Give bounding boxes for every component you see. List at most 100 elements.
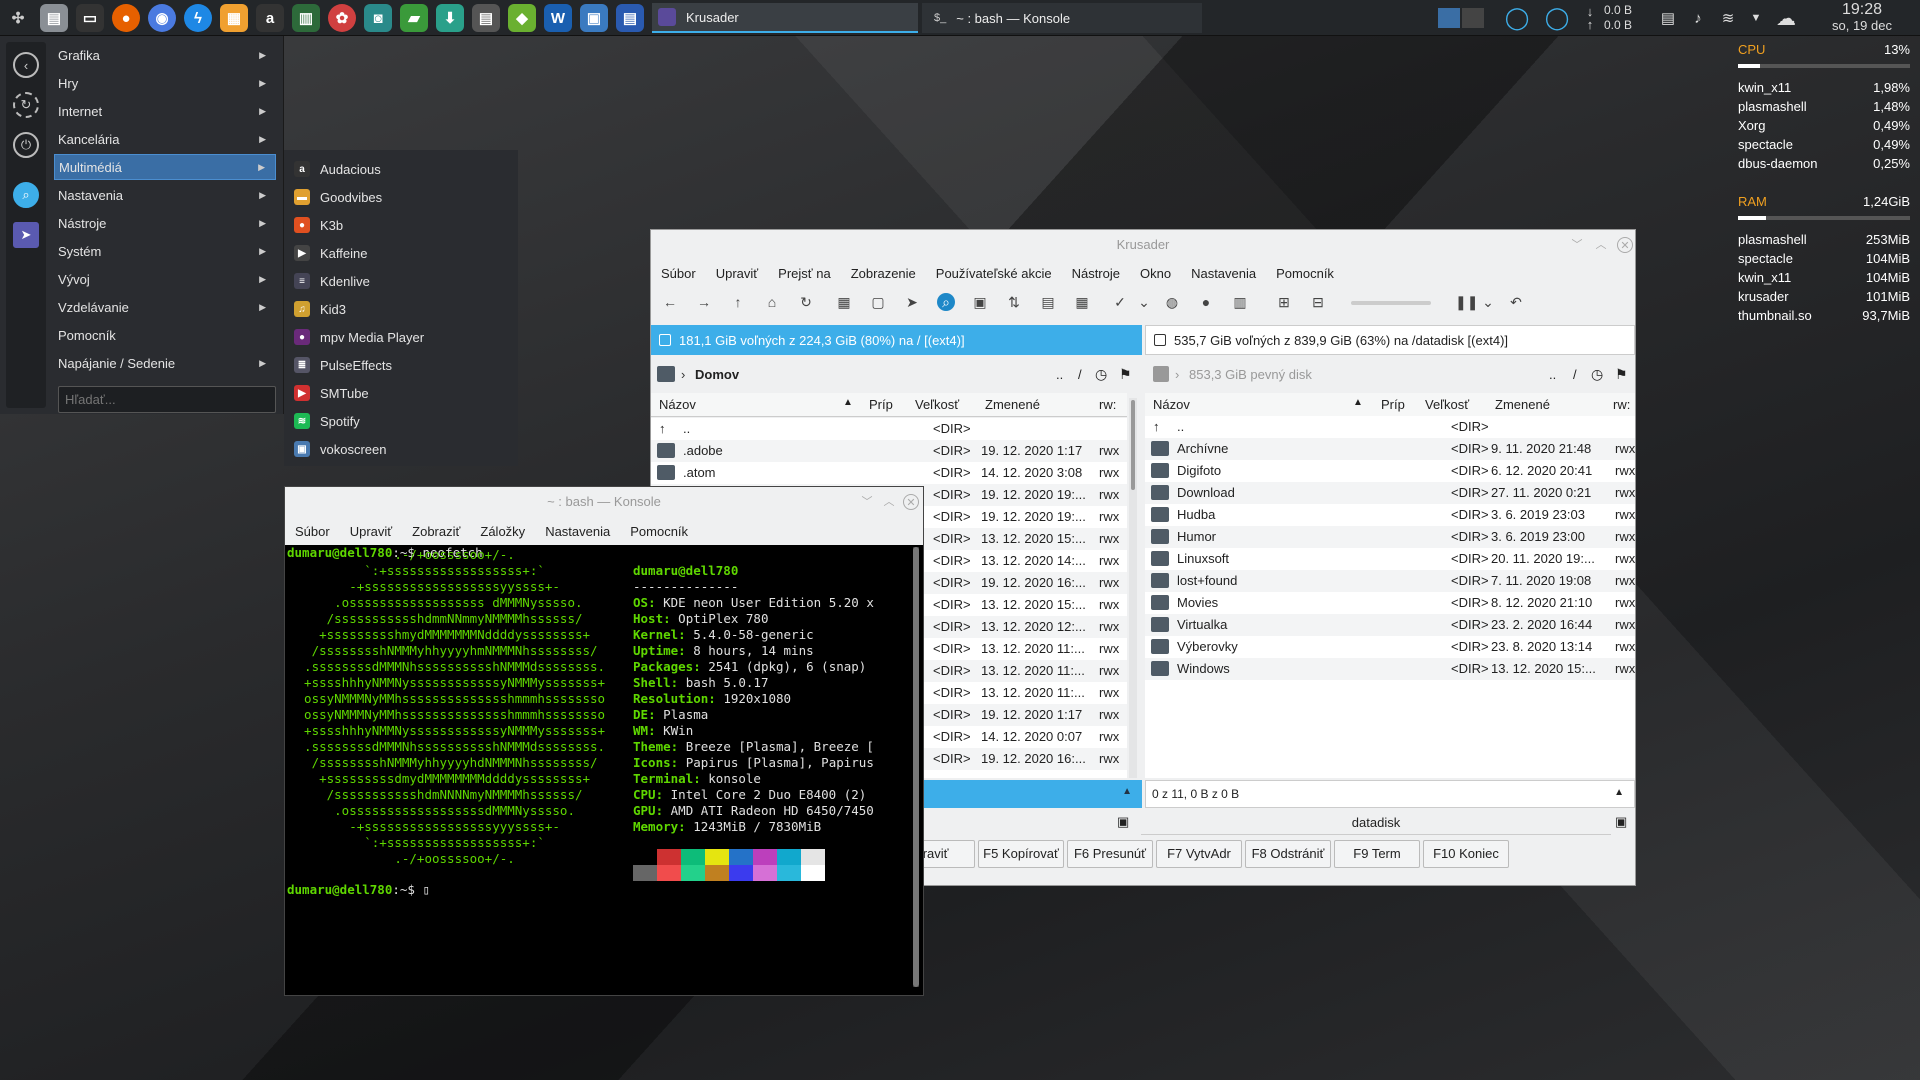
pointer-icon[interactable]: ➤ [903, 293, 921, 311]
pause-icon[interactable]: ❚❚ [1455, 293, 1478, 311]
menu-4[interactable]: Nastavenia [545, 524, 610, 539]
folder-icon[interactable]: ▰ [400, 4, 428, 32]
weather-icon[interactable]: ☁ [1772, 0, 1800, 36]
file-row[interactable]: Humor <DIR> 3. 6. 2019 23:00 rwx [1145, 526, 1635, 548]
submenu-item-5[interactable]: ♫ Kid3 [294, 296, 514, 322]
fkey-4[interactable]: F8 Odstrániť [1245, 840, 1331, 868]
menu-item-11[interactable]: Napájanie / Sedenie ▶ [54, 350, 276, 376]
firefox-icon[interactable]: ● [112, 4, 140, 32]
col-name[interactable]: Názov [659, 397, 696, 412]
menu-item-3[interactable]: Kancelária ▶ [54, 126, 276, 152]
menu-search-input[interactable] [58, 386, 276, 413]
back-icon[interactable]: ← [661, 293, 679, 311]
file-row[interactable]: Archívne <DIR> 9. 11. 2020 21:48 rwx [1145, 438, 1635, 460]
launcher-icon[interactable]: ✣ [4, 4, 32, 32]
col-modified[interactable]: Zmenené [985, 397, 1040, 412]
col-ext[interactable]: Príp [1381, 397, 1405, 412]
audacious-icon[interactable]: a [256, 4, 284, 32]
menu-3[interactable]: Zobrazenie [851, 266, 916, 281]
new-file-icon[interactable]: ▣ [971, 293, 989, 311]
menu-item-5[interactable]: Nastavenia ▶ [54, 182, 276, 208]
menu-item-6[interactable]: Nástroje ▶ [54, 210, 276, 236]
root-dir-button[interactable]: / [1573, 367, 1577, 382]
undo-icon[interactable]: ↶ [1507, 293, 1525, 311]
kde-icon[interactable]: ▤ [616, 4, 644, 32]
file-row[interactable]: Výberovky <DIR> 23. 8. 2020 13:14 rwx [1145, 636, 1635, 658]
menu-0[interactable]: Súbor [661, 266, 696, 281]
fkey-1[interactable]: F5 Kopírovať [978, 840, 1064, 868]
monitor-icon[interactable]: ▥ [292, 4, 320, 32]
submenu-item-2[interactable]: ● K3b [294, 212, 514, 238]
terminal-scrollbar[interactable] [913, 547, 919, 987]
home-icon[interactable]: ⌂ [763, 293, 781, 311]
right-status-bar[interactable]: 0 z 11, 0 B z 0 B ▲ [1145, 780, 1635, 808]
col-perm[interactable]: rw: [1613, 397, 1630, 412]
submenu-item-9[interactable]: ≋ Spotify [294, 408, 514, 434]
volume-icon[interactable]: ♪ [1686, 0, 1710, 36]
menu-6[interactable]: Okno [1140, 266, 1171, 281]
terminal-icon[interactable]: ▣ [1615, 814, 1627, 830]
terminal-icon[interactable]: ▣ [1117, 814, 1129, 830]
close-icon[interactable]: ✕ [903, 494, 919, 510]
col-size[interactable]: Veľkosť [1425, 397, 1469, 412]
right-free-space[interactable]: 535,7 GiB voľných z 839,9 GiB (63%) na /… [1145, 325, 1635, 355]
menu-item-0[interactable]: Grafika ▶ [54, 42, 276, 68]
cube-icon[interactable]: ◆ [508, 4, 536, 32]
left-scrollbar[interactable] [1129, 398, 1137, 778]
file-row[interactable]: Digifoto <DIR> 6. 12. 2020 20:41 rwx [1145, 460, 1635, 482]
task-konsole[interactable]: $_ ~ : bash — Konsole [922, 3, 1202, 33]
up-icon[interactable]: ↑ [729, 293, 747, 311]
reload-icon[interactable]: ↻ [797, 293, 815, 311]
palette-icon[interactable]: ✿ [328, 4, 356, 32]
menu-0[interactable]: Súbor [295, 524, 330, 539]
menu-1[interactable]: Upraviť [350, 524, 392, 539]
close-icon[interactable]: ✕ [1617, 237, 1633, 253]
search-icon[interactable]: ⌕ [13, 182, 39, 208]
progress-slider[interactable] [1351, 301, 1431, 305]
unselect-icon[interactable]: ▢ [869, 293, 887, 311]
file-row[interactable]: ↑.. <DIR> [1145, 416, 1635, 438]
submenu-item-10[interactable]: ▣ vokoscreen [294, 436, 514, 462]
submenu-item-4[interactable]: ≡ Kdenlive [294, 268, 514, 294]
col-modified[interactable]: Zmenené [1495, 397, 1550, 412]
messenger-icon[interactable]: ϟ [184, 4, 212, 32]
wifi-icon[interactable]: ≋ [1716, 0, 1740, 36]
minimize-icon[interactable]: ﹀ [1569, 237, 1585, 253]
menu-7[interactable]: Nastavenia [1191, 266, 1256, 281]
forward-icon[interactable]: → [695, 293, 713, 311]
menu-item-1[interactable]: Hry ▶ [54, 70, 276, 96]
dropdown-icon[interactable]: ⌄ [1479, 293, 1497, 311]
printer-icon[interactable]: ▤ [472, 4, 500, 32]
menu-5[interactable]: Pomocník [630, 524, 688, 539]
menu-8[interactable]: Pomocník [1276, 266, 1334, 281]
col-size[interactable]: Veľkosť [915, 397, 959, 412]
copy-icon[interactable]: ▤ [1039, 293, 1057, 311]
camera-icon[interactable]: ◙ [364, 4, 392, 32]
power-icon[interactable]: ⏻ [13, 132, 39, 158]
pager[interactable] [1436, 0, 1486, 36]
submenu-item-3[interactable]: ▶ Kaffeine [294, 240, 514, 266]
col-perm[interactable]: rw: [1099, 397, 1116, 412]
file-row[interactable]: lost+found <DIR> 7. 11. 2020 19:08 rwx [1145, 570, 1635, 592]
trash-icon[interactable]: ▥ [1231, 293, 1249, 311]
file-row[interactable]: Hudba <DIR> 3. 6. 2019 23:03 rwx [1145, 504, 1635, 526]
maximize-icon[interactable]: ︿ [1593, 237, 1609, 253]
menu-item-7[interactable]: Systém ▶ [54, 238, 276, 264]
remove-tab-icon[interactable]: ⊟ [1309, 293, 1327, 311]
terminal-icon[interactable]: ▭ [76, 4, 104, 32]
submenu-item-7[interactable]: ≣ PulseEffects [294, 352, 514, 378]
user-icon[interactable]: ● [1197, 293, 1215, 311]
menu-item-4[interactable]: Multimédiá ▶ [54, 154, 276, 180]
file-row[interactable]: .adobe <DIR> 19. 12. 2020 1:17 rwx [651, 440, 1127, 462]
file-row[interactable]: Linuxsoft <DIR> 20. 11. 2020 19:... rwx [1145, 548, 1635, 570]
file-row[interactable]: Virtualka <DIR> 23. 2. 2020 16:44 rwx [1145, 614, 1635, 636]
menu-5[interactable]: Nástroje [1072, 266, 1120, 281]
submenu-item-8[interactable]: ▶ SMTube [294, 380, 514, 406]
bookmark-icon[interactable]: ⚑ [1615, 366, 1628, 383]
move-icon[interactable]: ▦ [1073, 293, 1091, 311]
bookmark-icon[interactable]: ⚑ [1119, 366, 1132, 383]
maximize-icon[interactable]: ︿ [881, 494, 897, 510]
file-row[interactable]: .atom <DIR> 14. 12. 2020 3:08 rwx [651, 462, 1127, 484]
calendar-icon[interactable]: ▦ [220, 4, 248, 32]
store-icon[interactable]: ▣ [580, 4, 608, 32]
